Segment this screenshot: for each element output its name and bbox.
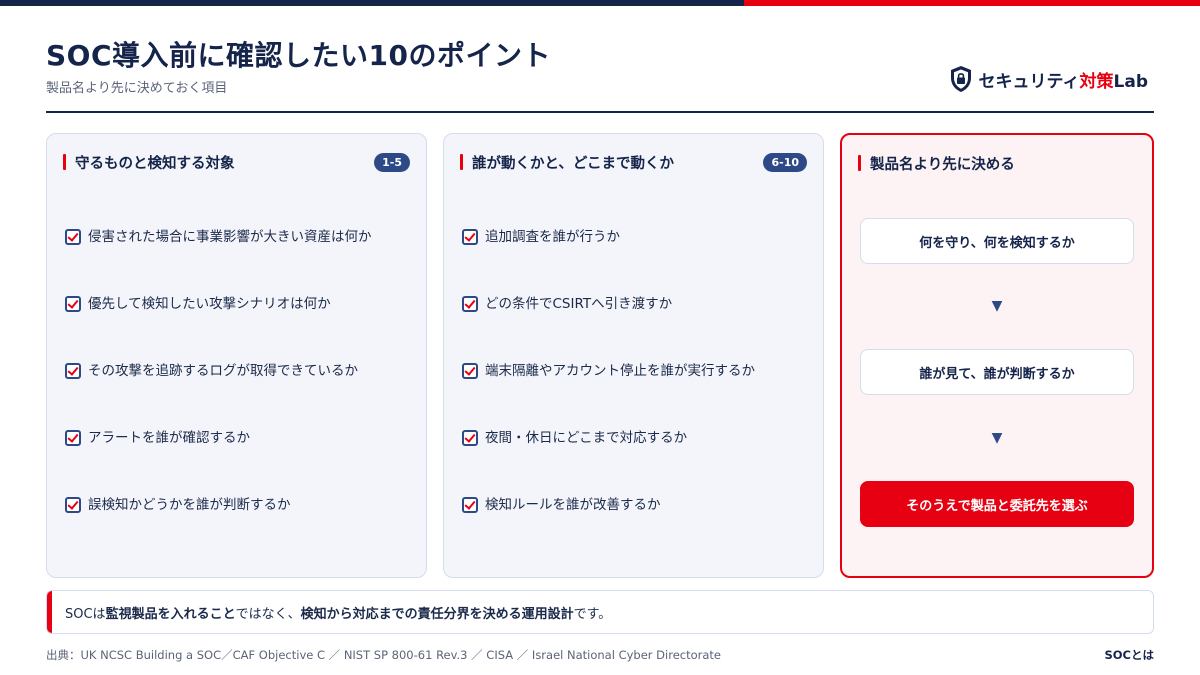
panel-responders: 誰が動くかと、どこまで動くか 6-10 追加調査を誰が行うか どの条件でCSIR…: [443, 133, 824, 578]
brand-logo: セキュリティ対策Lab: [949, 64, 1148, 94]
checklist-item-text: 誤検知かどうかを誰が判断するか: [88, 497, 291, 513]
heading-accent-mark: [460, 154, 463, 170]
checklist-item: 誤検知かどうかを誰が判断するか: [65, 496, 410, 563]
checklist-item: その攻撃を追跡するログが取得できているか: [65, 362, 410, 429]
header-divider: [46, 111, 1154, 113]
checklist-item-text: 追加調査を誰が行うか: [485, 229, 620, 245]
checklist-item: 侵害された場合に事業影響が大きい資産は何か: [65, 228, 410, 295]
checklist-item-text: 端末隔離やアカウント停止を誰が実行するか: [485, 363, 755, 379]
page-subtitle: 製品名より先に決めておく項目: [46, 81, 228, 96]
checklist-item: 追加調査を誰が行うか: [462, 228, 807, 295]
logo-text-main: セキュリティ: [978, 71, 1080, 92]
note-text-part: ではなく、: [235, 606, 301, 622]
panel-header: 製品名より先に決める: [858, 152, 1136, 174]
checkbox-checked-icon: [462, 497, 478, 513]
checkbox-checked-icon: [65, 296, 81, 312]
flow-step-final: そのうえで製品と委託先を選ぶ: [860, 481, 1134, 527]
note-text-part: SOCは: [65, 606, 106, 622]
down-arrow-icon: ▼: [991, 298, 1003, 314]
top-accent-bar: [0, 0, 1200, 6]
logo-text-end: Lab: [1113, 71, 1148, 92]
checkbox-checked-icon: [462, 430, 478, 446]
checklist-item: 検知ルールを誰が改善するか: [462, 496, 807, 563]
flow-step: 誰が見て、誰が判断するか: [860, 349, 1134, 395]
panel-title: 守るものと検知する対象: [75, 155, 235, 172]
heading-accent-mark: [858, 155, 861, 171]
logo-text-accent: 対策: [1079, 71, 1114, 92]
flow-step: 何を守り、何を検知するか: [860, 218, 1134, 264]
top-bar-red-segment: [744, 0, 1200, 6]
panel-targets: 守るものと検知する対象 1-5 侵害された場合に事業影響が大きい資産は何か 優先…: [46, 133, 427, 578]
page-title: SOC導入前に確認したい10のポイント: [46, 39, 551, 72]
checklist-item-text: 優先して検知したい攻撃シナリオは何か: [88, 296, 331, 312]
checklist-item: どの条件でCSIRTへ引き渡すか: [462, 295, 807, 362]
checkbox-checked-icon: [65, 497, 81, 513]
note-emphasis: 検知から対応までの責任分界を決める運用設計: [300, 606, 574, 622]
down-arrow-icon: ▼: [991, 430, 1003, 446]
checklist: 追加調査を誰が行うか どの条件でCSIRTへ引き渡すか 端末隔離やアカウント停止…: [462, 228, 807, 563]
summary-note-text: SOCは監視製品を入れることではなく、検知から対応までの責任分界を決める運用設計…: [65, 603, 611, 622]
panel-decision-flow: 製品名より先に決める 何を守り、何を検知するか ▼ 誰が見て、誰が判断するか ▼…: [840, 133, 1154, 578]
logo-text: セキュリティ対策Lab: [979, 67, 1148, 92]
checklist-item-text: 侵害された場合に事業影響が大きい資産は何か: [88, 229, 372, 245]
checklist-item-text: 検知ルールを誰が改善するか: [485, 497, 661, 513]
checklist-item: 優先して検知したい攻撃シナリオは何か: [65, 295, 410, 362]
range-badge: 1-5: [374, 152, 410, 172]
note-text-part: です。: [573, 606, 612, 622]
panel-title: 製品名より先に決める: [870, 156, 1015, 173]
checklist-item-text: その攻撃を追跡するログが取得できているか: [88, 363, 358, 379]
checklist-item: 端末隔離やアカウント停止を誰が実行するか: [462, 362, 807, 429]
range-badge: 6-10: [763, 152, 807, 172]
heading-accent-mark: [63, 154, 66, 170]
footer-section-label: SOCとは: [1104, 648, 1155, 662]
checkbox-checked-icon: [462, 296, 478, 312]
checklist: 侵害された場合に事業影響が大きい資産は何か 優先して検知したい攻撃シナリオは何か…: [65, 228, 410, 563]
note-emphasis: 監視製品を入れること: [105, 606, 236, 622]
checkbox-checked-icon: [462, 229, 478, 245]
summary-note: SOCは監視製品を入れることではなく、検知から対応までの責任分界を決める運用設計…: [46, 590, 1154, 634]
checklist-item-text: アラートを誰が確認するか: [88, 430, 250, 446]
panel-title: 誰が動くかと、どこまで動くか: [472, 155, 674, 172]
checkbox-checked-icon: [65, 229, 81, 245]
top-bar-navy-segment: [0, 0, 744, 6]
shield-lock-icon: [950, 66, 971, 92]
checklist-item-text: どの条件でCSIRTへ引き渡すか: [485, 296, 673, 312]
checklist-item-text: 夜間・休日にどこまで対応するか: [485, 430, 688, 446]
checkbox-checked-icon: [462, 363, 478, 379]
source-citation: 出典：UK NCSC Building a SOC／CAF Objective …: [46, 648, 722, 662]
checklist-item: 夜間・休日にどこまで対応するか: [462, 429, 807, 496]
checkbox-checked-icon: [65, 363, 81, 379]
checklist-item: アラートを誰が確認するか: [65, 429, 410, 496]
panel-header: 誰が動くかと、どこまで動くか 6-10: [460, 151, 807, 173]
checkbox-checked-icon: [65, 430, 81, 446]
panel-header: 守るものと検知する対象 1-5: [63, 151, 410, 173]
